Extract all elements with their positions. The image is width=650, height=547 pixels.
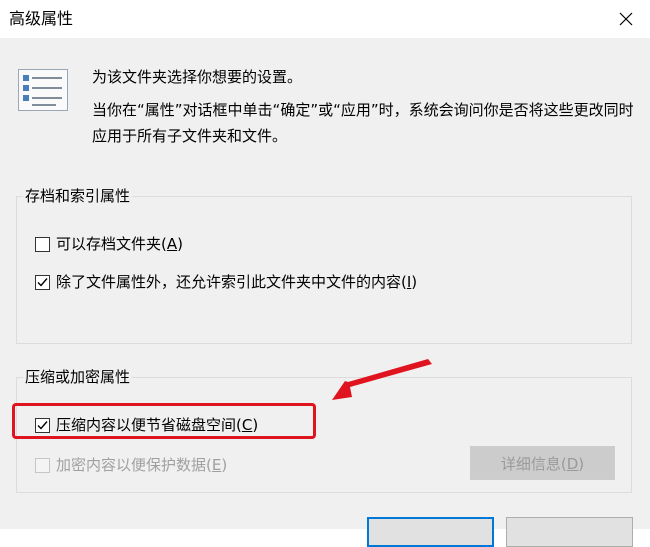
archive-checkbox-label: 可以存档文件夹(A): [56, 235, 183, 253]
archive-index-group: [16, 196, 632, 344]
details-button-label: 详细信息(D): [500, 454, 585, 473]
close-button[interactable]: [610, 4, 642, 34]
annotation-highlight-box: [12, 403, 316, 439]
cancel-button[interactable]: [506, 517, 633, 547]
description-line-1: 为该文件夹选择你想要的设置。: [92, 68, 303, 86]
close-icon: [619, 12, 633, 26]
checkmark-icon: [37, 277, 48, 287]
details-button[interactable]: 详细信息(D): [470, 446, 615, 480]
encrypt-checkbox[interactable]: [35, 457, 50, 473]
title-bar: 高级属性: [0, 0, 650, 38]
index-checkbox-row[interactable]: 除了文件属性外，还允许索引此文件夹中文件的内容(I): [35, 272, 417, 292]
description-line-2: 当你在“属性”对话框中单击“确定”或“应用”时，系统会询问你是否将这些更改同时应…: [92, 101, 634, 145]
archive-checkbox[interactable]: [35, 236, 50, 252]
encrypt-checkbox-label: 加密内容以便保护数据(E): [56, 456, 228, 474]
index-checkbox-label: 除了文件属性外，还允许索引此文件夹中文件的内容(I): [56, 273, 418, 291]
archive-checkbox-row[interactable]: 可以存档文件夹(A): [35, 234, 183, 254]
compress-encrypt-group-title: 压缩或加密属性: [23, 367, 133, 387]
index-checkbox[interactable]: [35, 274, 50, 290]
annotation-arrow-icon: [332, 359, 432, 400]
checklist-icon: [18, 69, 68, 111]
archive-index-group-title: 存档和索引属性: [23, 186, 133, 206]
encrypt-checkbox-row[interactable]: 加密内容以便保护数据(E): [35, 455, 227, 475]
ok-button[interactable]: [367, 517, 494, 547]
window-title: 高级属性: [9, 9, 74, 28]
